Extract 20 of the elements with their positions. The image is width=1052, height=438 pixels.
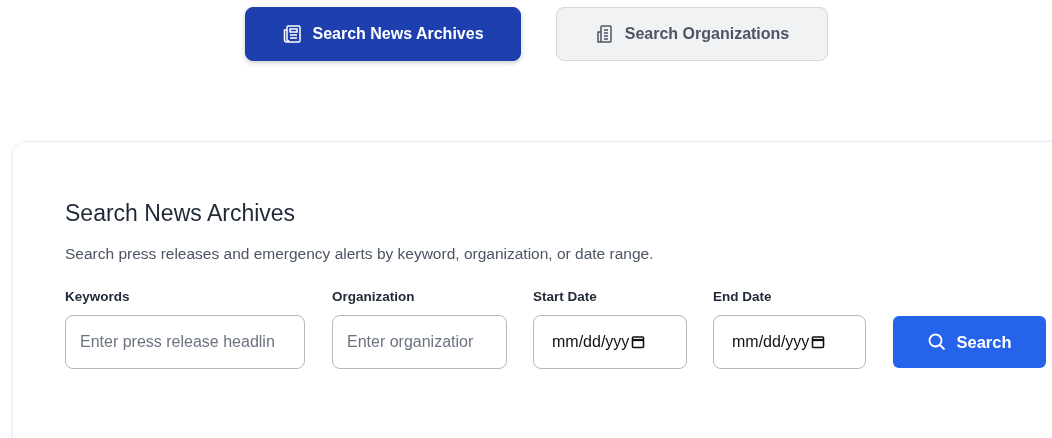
- input-field[interactable]: Enter press release headlin: [65, 315, 305, 369]
- field-label: Organization: [332, 289, 416, 304]
- calendar-icon[interactable]: [631, 335, 646, 349]
- date-value: mm/dd/yyy: [732, 333, 810, 351]
- date-value: mm/dd/yyy: [552, 333, 630, 351]
- calendar-icon[interactable]: [811, 335, 826, 349]
- search-icon: [927, 332, 948, 352]
- panel-description: Search press releases and emergency alerts by keyword, organization, or date range.: [65, 245, 655, 263]
- search-button[interactable]: Search: [893, 316, 1046, 368]
- field-label: Keywords: [65, 289, 131, 304]
- input-field[interactable]: Enter organizatior: [332, 315, 507, 369]
- tab[interactable]: Search News Archives: [245, 7, 521, 61]
- panel-title: Search News Archives: [65, 199, 297, 228]
- building-icon: [594, 24, 615, 44]
- tab[interactable]: Search Organizations: [556, 7, 828, 61]
- date-field[interactable]: mm/dd/yyy: [713, 315, 866, 369]
- field-label: Start Date: [533, 289, 598, 304]
- field-label: End Date: [713, 289, 773, 304]
- newspaper-icon: [282, 24, 303, 44]
- date-field[interactable]: mm/dd/yyy: [533, 315, 687, 369]
